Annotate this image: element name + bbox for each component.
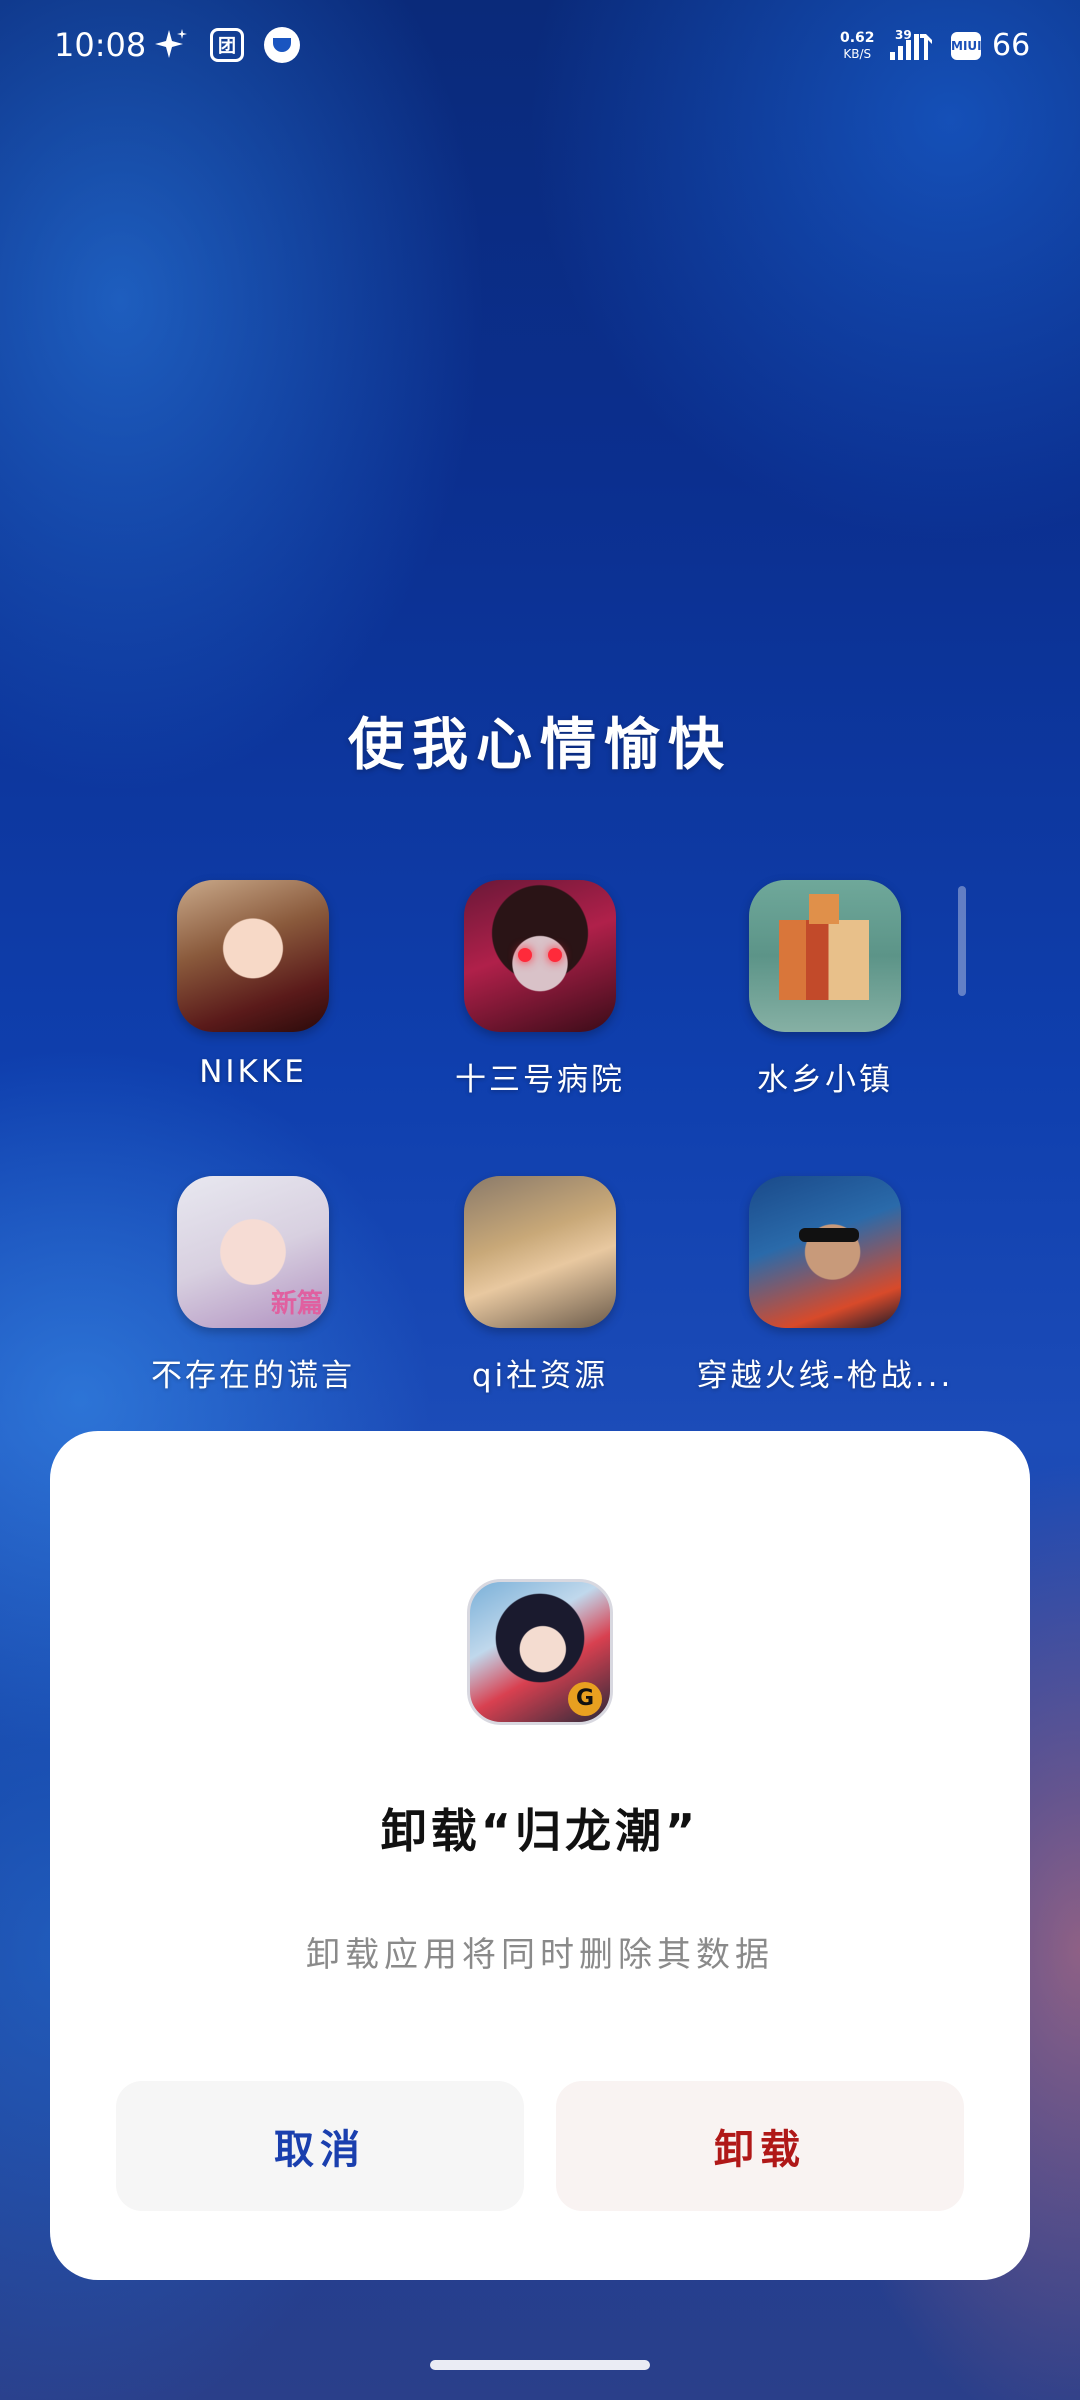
folder-title: 使我心情愉快 bbox=[348, 713, 732, 778]
dialog-message: 卸载应用将同时删除其数据 bbox=[306, 1935, 774, 1975]
water-town-app-icon[interactable] bbox=[749, 880, 901, 1032]
app-nonexistent-lie[interactable]: 不存在的谎言 bbox=[113, 1176, 393, 1395]
app-label: 穿越火线-枪战... bbox=[696, 1358, 954, 1394]
app-label: 十三号病院 bbox=[455, 1062, 625, 1098]
app-water-town[interactable]: 水乡小镇 bbox=[685, 880, 965, 1099]
app-qi-resource[interactable]: qi社资源 bbox=[400, 1176, 680, 1395]
crossfire-app-icon[interactable] bbox=[749, 1176, 901, 1328]
miui-icon: MIUI bbox=[951, 32, 982, 60]
app-crossfire[interactable]: 穿越火线-枪战... bbox=[685, 1176, 965, 1395]
network-speed-value: 0.62 bbox=[840, 30, 875, 46]
signal-icon bbox=[890, 34, 932, 60]
status-bar: 10:08 团 0.62 KB/S 39 MIUI 66 bbox=[0, 0, 1080, 96]
app-nikke[interactable]: NIKKE bbox=[113, 880, 393, 1090]
app-badge-icon: 团 bbox=[210, 28, 244, 62]
app-hospital-13[interactable]: 十三号病院 bbox=[400, 880, 680, 1099]
cancel-button[interactable]: 取消 bbox=[116, 2081, 524, 2211]
app-label: qi社资源 bbox=[471, 1358, 609, 1394]
water-drop-icon bbox=[264, 27, 300, 63]
uninstall-button[interactable]: 卸载 bbox=[556, 2081, 964, 2211]
guilongchao-app-icon bbox=[467, 1579, 613, 1725]
qi-resource-app-icon[interactable] bbox=[464, 1176, 616, 1328]
app-label: NIKKE bbox=[199, 1054, 307, 1090]
sparkle-icon bbox=[152, 26, 190, 64]
nikke-app-icon[interactable] bbox=[177, 880, 329, 1032]
app-label: 水乡小镇 bbox=[757, 1062, 893, 1098]
app-label: 不存在的谎言 bbox=[151, 1358, 355, 1394]
home-indicator[interactable] bbox=[430, 2360, 650, 2370]
uninstall-dialog: 卸载“归龙潮” 卸载应用将同时删除其数据 取消 卸载 bbox=[50, 1431, 1030, 2280]
hospital-13-app-icon[interactable] bbox=[464, 880, 616, 1032]
network-speed-unit: KB/S bbox=[843, 47, 872, 61]
nonexistent-lie-app-icon[interactable] bbox=[177, 1176, 329, 1328]
dialog-title: 卸载“归龙潮” bbox=[380, 1804, 700, 1858]
folder-scrollbar[interactable] bbox=[958, 886, 966, 996]
network-speed: 0.62 KB/S bbox=[840, 30, 875, 62]
status-time: 10:08 bbox=[54, 26, 147, 64]
battery-level: 66 bbox=[992, 28, 1031, 63]
